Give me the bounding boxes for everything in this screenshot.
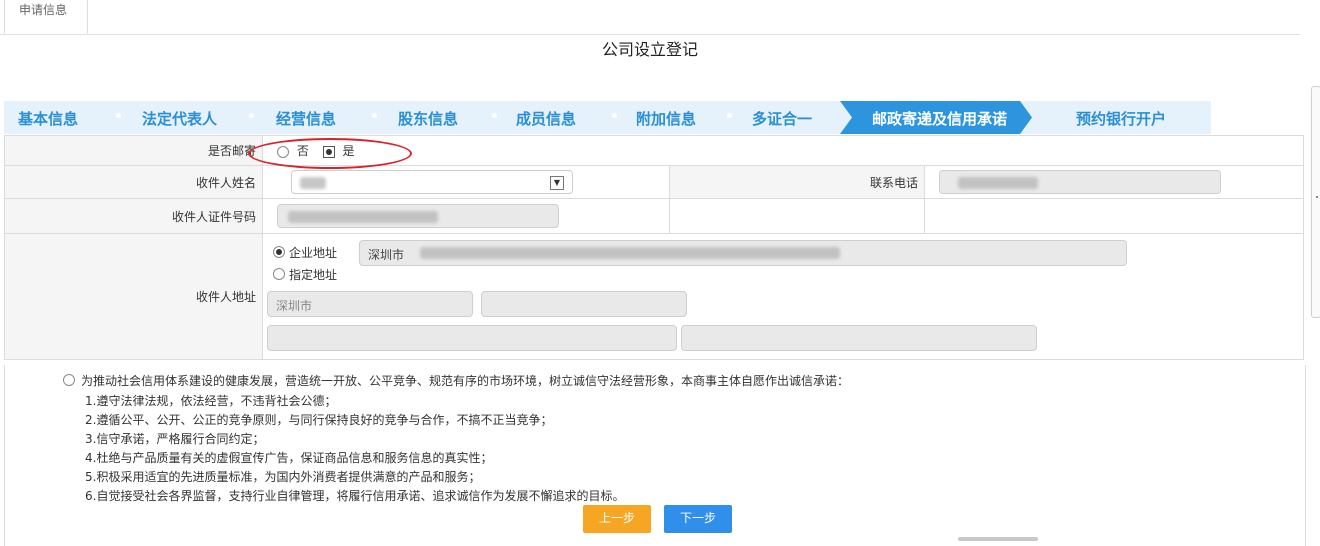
- step-separator: •: [114, 109, 123, 125]
- commitment-item: 2.遵循公平、公开、公正的竞争原则，与同行保持良好的竞争与合作，不搞不正当竞争；: [85, 413, 553, 427]
- vertical-scrollbar[interactable]: [1311, 86, 1320, 318]
- step-separator: •: [725, 109, 734, 125]
- phone-input[interactable]: [939, 170, 1221, 194]
- empty-cell: [924, 198, 1304, 234]
- commitment-item: 4.杜绝与产品质量有关的虚假宣传广告，保证商品信息和服务信息的真实性；: [85, 451, 493, 465]
- recipient-name-cell: ▼: [262, 165, 670, 199]
- recipient-address-cell: 企业地址 深圳市 指定地址 深圳市: [262, 233, 1304, 360]
- step-separator: •: [247, 109, 256, 125]
- commitment-item: 6.自觉接受社会各界监督，支持行业自律管理，将履行信用承诺、追求诚信作为发展不懈…: [85, 489, 625, 503]
- recipient-id-cell: [262, 198, 670, 234]
- step-progress-bar: 基本信息 • 法定代表人 • 经营信息 • 股东信息 • 成员信息 • 附加信息…: [4, 101, 1211, 134]
- step-business-info[interactable]: 经营信息: [276, 108, 336, 129]
- recipient-name-label: 收件人姓名: [4, 165, 263, 199]
- mail-options: 否 是: [262, 135, 1304, 166]
- district-select[interactable]: [481, 291, 687, 317]
- step-separator: •: [610, 109, 619, 125]
- detail-address-input[interactable]: [681, 325, 1037, 351]
- tab-application-info[interactable]: 申请信息: [4, 0, 88, 34]
- page-title: 公司设立登记: [601, 40, 698, 59]
- custom-address-label: 指定地址: [289, 268, 338, 282]
- recipient-form: 是否邮寄 否 是 收件人姓名 ▼ 联系电话 收件人证件号码 收件人地址 企业地址…: [4, 135, 1304, 360]
- recipient-name-select[interactable]: ▼: [291, 170, 573, 194]
- step-shareholder-info[interactable]: 股东信息: [398, 108, 458, 129]
- chevron-down-icon[interactable]: ▼: [550, 176, 564, 190]
- step-separator: •: [370, 109, 379, 125]
- step-separator: •: [490, 109, 499, 125]
- scrollbar-marker: [1316, 196, 1318, 198]
- prev-step-button[interactable]: 上一步: [583, 505, 651, 533]
- horizontal-scrollbar[interactable]: [958, 537, 1038, 541]
- commitment-radio[interactable]: [63, 374, 75, 386]
- step-legal-rep[interactable]: 法定代表人: [142, 108, 217, 129]
- step-bank-account[interactable]: 预约银行开户: [1076, 108, 1166, 129]
- commitment-item: 5.积极采用适宜的先进质量标准，为国内外消费者提供满意的产品和服务；: [85, 470, 481, 484]
- mail-label: 是否邮寄: [4, 135, 263, 166]
- redacted-value: [300, 177, 326, 189]
- step-active-label: 邮政寄递及信用承诺: [872, 110, 1008, 128]
- phone-cell: [924, 165, 1304, 199]
- highlight-circle: [248, 138, 412, 169]
- recipient-id-input[interactable]: [277, 204, 559, 228]
- city-value: 深圳市: [276, 299, 313, 313]
- recipient-address-label: 收件人地址: [4, 233, 263, 360]
- company-address-radio[interactable]: [273, 246, 285, 258]
- redacted-value: [288, 211, 438, 223]
- commitment-item: 1.遵守法律法规，依法经营，不违背社会公德；: [85, 394, 337, 408]
- custom-address-radio[interactable]: [273, 268, 285, 280]
- commitment-intro: 为推动社会信用体系建设的健康发展，营造统一开放、公平竞争、规范有序的市场环境，树…: [81, 374, 850, 388]
- step-member-info[interactable]: 成员信息: [516, 108, 576, 129]
- company-address-value: 深圳市: [368, 248, 405, 262]
- credit-commitment: 为推动社会信用体系建设的健康发展，营造统一开放、公平竞争、规范有序的市场环境，树…: [4, 365, 1306, 546]
- street-input[interactable]: [267, 325, 677, 351]
- company-address-label: 企业地址: [289, 246, 338, 260]
- step-postal-credit-active[interactable]: 邮政寄递及信用承诺: [840, 101, 1032, 134]
- tab-label: 申请信息: [19, 3, 68, 17]
- next-step-button[interactable]: 下一步: [664, 505, 732, 533]
- city-select[interactable]: 深圳市: [267, 291, 473, 317]
- redacted-value: [420, 247, 840, 259]
- step-additional-info[interactable]: 附加信息: [636, 108, 696, 129]
- step-multi-cert[interactable]: 多证合一: [752, 108, 812, 129]
- phone-label: 联系电话: [669, 165, 925, 199]
- empty-cell: [669, 198, 925, 234]
- tab-bar: 申请信息: [0, 0, 1300, 35]
- commitment-item: 3.信守承诺，严格履行合同约定；: [85, 432, 265, 446]
- redacted-value: [958, 177, 1038, 189]
- step-basic-info[interactable]: 基本信息: [18, 108, 78, 129]
- company-address-input[interactable]: 深圳市: [359, 240, 1127, 266]
- recipient-id-label: 收件人证件号码: [4, 198, 263, 234]
